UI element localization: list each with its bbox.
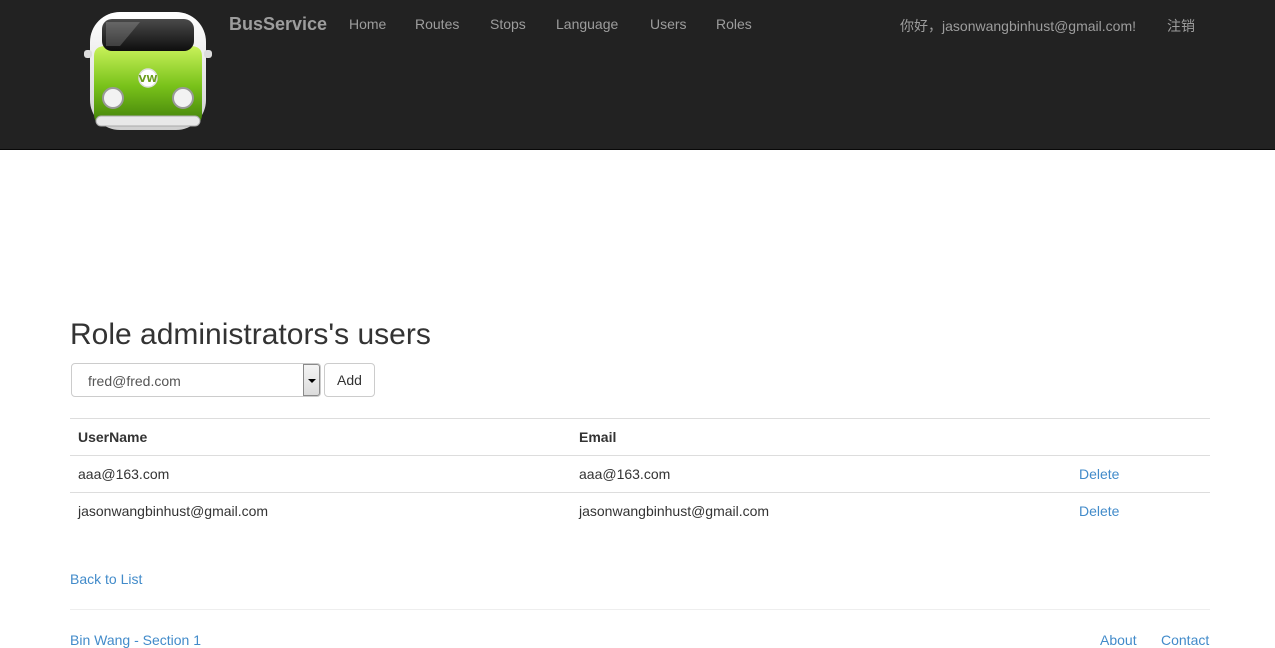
page-title: Role administrators's users [70, 318, 431, 351]
cell-username: jasonwangbinhust@gmail.com [70, 492, 571, 530]
chevron-down-icon[interactable] [303, 364, 320, 396]
nav-home[interactable]: Home [349, 16, 386, 32]
footer-contact-link[interactable]: Contact [1161, 632, 1209, 648]
brand-link[interactable]: BusService [229, 14, 327, 35]
vw-bus-logo-icon[interactable]: VW [80, 6, 216, 136]
table-row: aaa@163.com aaa@163.com Delete [70, 456, 1210, 493]
column-header-actions [1071, 418, 1210, 456]
cell-email: jasonwangbinhust@gmail.com [571, 492, 1071, 530]
user-greeting-link[interactable]: 你好，jasonwangbinhust@gmail.com! [900, 16, 1136, 36]
footer-about-link[interactable]: About [1100, 632, 1137, 648]
nav-language[interactable]: Language [556, 16, 618, 32]
delete-link[interactable]: Delete [1079, 503, 1119, 519]
footer-author-link[interactable]: Bin Wang - Section 1 [70, 632, 201, 648]
cell-email: aaa@163.com [579, 466, 671, 482]
nav-roles[interactable]: Roles [716, 16, 752, 32]
nav-users[interactable]: Users [650, 16, 687, 32]
cell-actions: Delete [1071, 456, 1210, 493]
column-header-email: Email [571, 418, 1071, 456]
add-user-button[interactable]: Add [324, 363, 375, 397]
table-header-row: UserName Email [70, 418, 1210, 456]
table-row: jasonwangbinhust@gmail.com jasonwangbinh… [70, 492, 1210, 530]
user-select[interactable]: fred@fred.com [71, 363, 321, 397]
cell-username: aaa@163.com [78, 466, 170, 482]
back-to-list-link[interactable]: Back to List [70, 571, 142, 587]
footer-divider [70, 609, 1210, 610]
svg-text:VW: VW [139, 74, 158, 85]
top-navbar: VW BusService Home Routes Stops Language… [0, 0, 1275, 150]
logout-link[interactable]: 注销 [1167, 16, 1195, 36]
cell-actions: Delete [1071, 492, 1210, 530]
users-table: UserName Email aaa@163.com aaa@163.com D… [70, 418, 1210, 530]
column-header-username: UserName [70, 418, 571, 456]
delete-link[interactable]: Delete [1079, 466, 1119, 482]
nav-stops[interactable]: Stops [490, 16, 526, 32]
nav-routes[interactable]: Routes [415, 16, 459, 32]
user-select-value: fred@fred.com [88, 373, 181, 389]
